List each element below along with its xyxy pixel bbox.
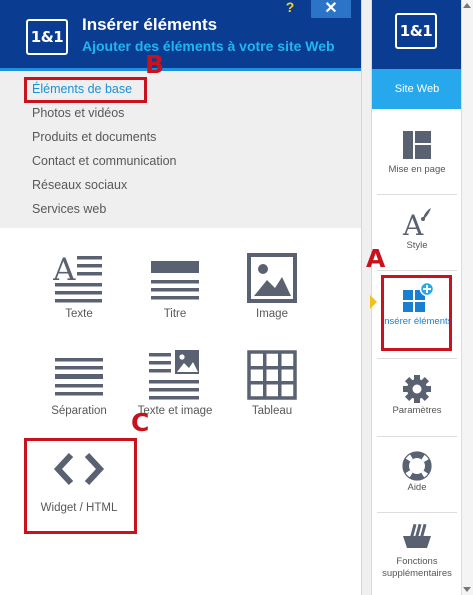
sidebar-item-mise-en-page[interactable]: Mise en page <box>372 126 462 202</box>
tile-label: Image <box>256 308 288 320</box>
category-photos-et-videos[interactable]: Photos et vidéos <box>32 106 124 120</box>
category-produits-et-documents[interactable]: Produits et documents <box>32 130 156 144</box>
svg-text:A: A <box>53 253 76 288</box>
basket-icon <box>403 523 431 548</box>
close-button[interactable]: ✕ <box>311 0 351 18</box>
element-tile-tableau[interactable]: Tableau <box>224 350 320 440</box>
layout-icon <box>403 131 431 159</box>
element-tile-texte[interactable]: A Texte <box>31 253 127 343</box>
element-tile-image[interactable]: Image <box>224 253 320 343</box>
table-icon <box>247 350 297 400</box>
app-root: 1&1 Insérer éléments Ajouter des élément… <box>0 0 473 595</box>
scroll-up-arrow-icon[interactable] <box>463 3 471 8</box>
category-services-web[interactable]: Services web <box>32 202 106 216</box>
sidebar-item-parametres[interactable]: Paramètres <box>372 370 462 446</box>
annotation-letter-b: B <box>145 50 165 79</box>
sidebar-item-style[interactable]: A Style <box>372 202 462 278</box>
sidebar-divider <box>377 358 457 359</box>
sidebar-item-aide[interactable]: Aide <box>372 446 462 522</box>
tile-label: Séparation <box>51 405 107 417</box>
title-icon <box>151 261 199 300</box>
sidebar-item-label: Fonctions supplémentaires <box>382 556 452 579</box>
sidebar-item-label: Mise en page <box>388 164 446 175</box>
sidebar-divider <box>377 194 457 195</box>
panel-title: Insérer éléments <box>82 15 218 34</box>
annotation-letter-a: A <box>366 244 386 273</box>
gear-icon <box>403 375 431 403</box>
text-image-icon <box>149 350 199 400</box>
annotation-box-a <box>381 275 452 351</box>
sidebar-divider <box>377 270 457 271</box>
sidebar-item-label: Aide <box>407 482 427 493</box>
help-button[interactable]: ? <box>283 0 297 15</box>
sidebar-item-label: Paramètres <box>392 405 442 416</box>
sidebar-item-label: Style <box>406 240 428 251</box>
annotation-box-b <box>24 77 147 103</box>
svg-text:A: A <box>402 209 424 238</box>
tile-label: Titre <box>163 308 187 320</box>
image-icon <box>247 253 297 303</box>
category-reseaux-sociaux[interactable]: Réseaux sociaux <box>32 178 127 192</box>
element-tile-titre[interactable]: Titre <box>127 253 223 343</box>
lifebuoy-icon <box>402 451 432 481</box>
panel-logo: 1&1 <box>26 19 68 55</box>
tile-label: Tableau <box>251 405 293 417</box>
sidebar-item-site-web[interactable]: Site Web <box>372 69 462 109</box>
style-font-brush-icon: A <box>402 208 431 238</box>
category-contact-et-communication[interactable]: Contact et communication <box>32 154 177 168</box>
active-item-marker <box>370 295 377 309</box>
sidebar-logo: 1&1 <box>395 13 437 49</box>
annotation-letter-c: C <box>131 408 150 437</box>
scrollbar[interactable] <box>461 0 473 595</box>
scroll-down-arrow-icon[interactable] <box>463 587 471 592</box>
separator-icon <box>55 358 103 396</box>
sidebar-logo-area: 1&1 <box>372 0 462 69</box>
sidebar-divider <box>377 512 457 513</box>
annotation-box-c <box>24 438 137 534</box>
tile-label: Texte <box>65 308 93 320</box>
sidebar-item-fonctions-supplementaires[interactable]: Fonctions supplémentaires <box>372 520 462 595</box>
sidebar-divider <box>377 436 457 437</box>
panel-subtitle: Ajouter des éléments à votre site Web <box>82 38 335 54</box>
element-tile-separation[interactable]: Séparation <box>31 350 127 440</box>
text-icon: A <box>53 253 102 303</box>
